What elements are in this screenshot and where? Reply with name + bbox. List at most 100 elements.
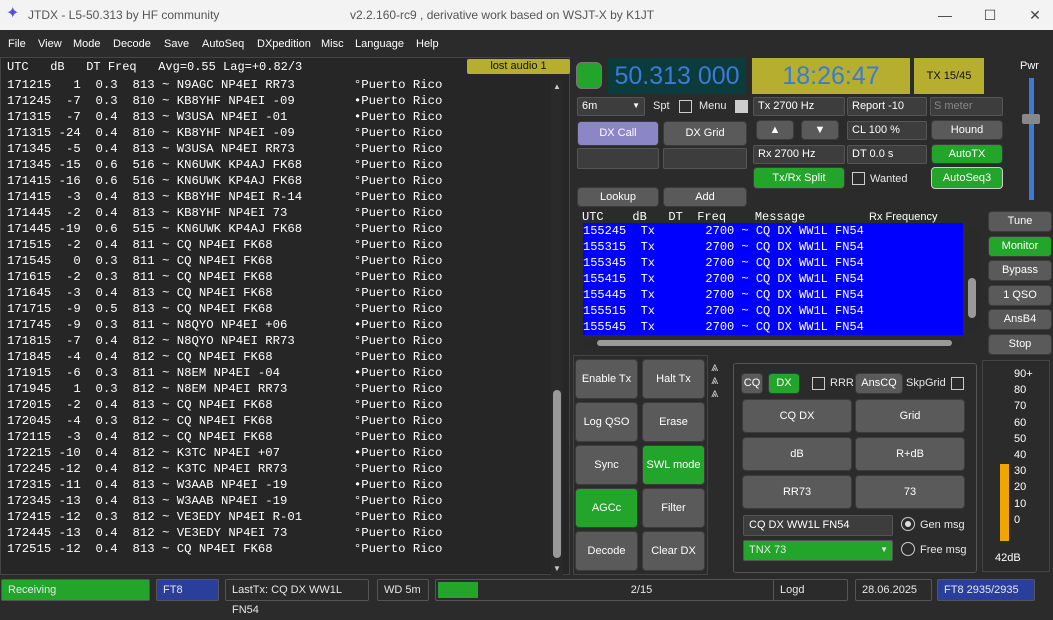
bypass-button[interactable]: Bypass (988, 260, 1052, 281)
tx-freq-down-button[interactable]: ▼ (801, 120, 839, 140)
tx-period-display[interactable]: TX 15/45 (914, 58, 984, 94)
band-activity-row[interactable]: 172515 -12 0.4 813 ~ CQ NP4EI FK68 °Puer… (7, 541, 442, 557)
band-activity-row[interactable]: 171345 -15 0.6 516 ~ KN6UWK KP4AJ FK68 °… (7, 157, 442, 173)
menu-file[interactable]: File (8, 38, 26, 50)
band-activity-row[interactable]: 172245 -12 0.4 812 ~ K3TC NP4EI RR73 °Pu… (7, 461, 442, 477)
dx-call-input[interactable] (577, 148, 659, 169)
band-activity-row[interactable]: 171645 -3 0.4 813 ~ CQ NP4EI FK68 °Puert… (7, 285, 442, 301)
cl-spinbox[interactable]: CL 100 % (847, 121, 927, 140)
tune-button[interactable]: Tune (988, 211, 1052, 232)
log-qso-button[interactable]: Log QSO (575, 402, 638, 442)
band-activity-row[interactable]: 171915 -6 0.3 811 ~ N8EM NP4EI -04 •Puer… (7, 365, 442, 381)
rx-frequency-row[interactable]: 155415 Tx 2700 ~ CQ DX WW1L FN54 (583, 271, 963, 287)
rx-frequency-row[interactable]: 155345 Tx 2700 ~ CQ DX WW1L FN54 (583, 255, 963, 271)
enable-tx-button[interactable]: Enable Tx (575, 359, 638, 399)
erase-button[interactable]: Erase (642, 402, 705, 442)
rx-hscroll-thumb[interactable] (597, 340, 952, 346)
decode-button[interactable]: Decode (575, 531, 638, 571)
band-activity-row[interactable]: 171815 -7 0.4 812 ~ N8QYO NP4EI RR73 °Pu… (7, 333, 442, 349)
sync-button[interactable]: Sync (575, 445, 638, 485)
gen-msg-radio[interactable] (901, 517, 915, 531)
monitor-button[interactable]: Monitor (988, 235, 1052, 257)
pwr-slider-track[interactable] (1029, 78, 1034, 200)
scroll-down-icon[interactable]: ▼ (553, 564, 561, 573)
menu-mode[interactable]: Mode (73, 38, 101, 50)
lookup-button[interactable]: Lookup (577, 187, 659, 207)
dx-grid-input[interactable] (663, 148, 747, 169)
rx-frequency-pane[interactable]: 155245 Tx 2700 ~ CQ DX WW1L FN54 155315 T… (578, 223, 978, 352)
rx-scroll-thumb[interactable] (968, 278, 976, 318)
tx-msg-rr73-button[interactable]: RR73 (742, 475, 852, 509)
band-activity-row[interactable]: 171745 -9 0.3 811 ~ N8QYO NP4EI +06 •Pue… (7, 317, 442, 333)
rx-frequency-row[interactable]: 155245 Tx 2700 ~ CQ DX WW1L FN54 (583, 223, 963, 239)
band-activity-row[interactable]: 171415 -16 0.6 516 ~ KN6UWK KP4AJ FK68 °… (7, 173, 442, 189)
rx-frequency-row[interactable]: 155515 Tx 2700 ~ CQ DX WW1L FN54 (583, 303, 963, 319)
rx-frequency-row[interactable]: 155315 Tx 2700 ~ CQ DX WW1L FN54 (583, 239, 963, 255)
band-select[interactable]: 6m ▼ (577, 97, 645, 116)
anscq-button[interactable]: AnsCQ (855, 373, 903, 394)
skpgrid-checkbox[interactable] (951, 377, 964, 390)
band-activity-row[interactable]: 172115 -3 0.4 812 ~ CQ NP4EI FK68 °Puert… (7, 429, 442, 445)
band-activity-row[interactable]: 171515 -2 0.4 811 ~ CQ NP4EI FK68 °Puert… (7, 237, 442, 253)
scroll-thumb[interactable] (553, 390, 561, 558)
menu-checkbox[interactable] (735, 100, 748, 113)
rx-freq-spinbox[interactable]: Rx 2700 Hz (753, 145, 845, 164)
gen-msg-input[interactable]: CQ DX WW1L FN54 (743, 515, 893, 536)
band-activity-row[interactable]: 171215 1 0.3 813 ~ N9AGC NP4EI RR73 °Pue… (7, 77, 442, 93)
dx-grid-button[interactable]: DX Grid (663, 121, 747, 146)
stop-button[interactable]: Stop (988, 333, 1052, 355)
menu-dxpedition[interactable]: DXpedition (257, 38, 311, 50)
tx-msg-db-button[interactable]: dB (742, 437, 852, 471)
rrr-checkbox[interactable] (812, 377, 825, 390)
band-activity-row[interactable]: 171245 -7 0.3 810 ~ KB8YHF NP4EI -09 •Pu… (7, 93, 442, 109)
free-msg-combo[interactable]: TNX 73 ▼ (743, 540, 893, 561)
menu-autoseq[interactable]: AutoSeq (202, 38, 244, 50)
close-icon[interactable]: ✕ (1020, 4, 1050, 26)
tx-msg-grid-button[interactable]: Grid (855, 399, 965, 433)
tx-freq-spinbox[interactable]: Tx 2700 Hz (753, 97, 845, 116)
autotx-button[interactable]: AutoTX (931, 144, 1003, 164)
menu-save[interactable]: Save (164, 38, 189, 50)
dx-call-button[interactable]: DX Call (577, 121, 659, 146)
tx-msg-cq-dx-button[interactable]: CQ DX (742, 399, 852, 433)
rx-frequency-row[interactable]: 155445 Tx 2700 ~ CQ DX WW1L FN54 (583, 287, 963, 303)
tx-msg-73-button[interactable]: 73 (855, 475, 965, 509)
band-activity-scrollbar[interactable]: ▲ ▼ (551, 80, 563, 575)
maximize-icon[interactable]: ☐ (975, 4, 1005, 26)
band-activity-row[interactable]: 172445 -13 0.4 812 ~ VE3EDY NP4EI 73 °Pu… (7, 525, 442, 541)
one-qso-button[interactable]: 1 QSO (988, 284, 1052, 306)
spt-checkbox[interactable] (679, 100, 692, 113)
band-activity-row[interactable]: 172345 -13 0.4 813 ~ W3AAB NP4EI -19 °Pu… (7, 493, 442, 509)
rx-frequency-row[interactable]: 155545 Tx 2700 ~ CQ DX WW1L FN54 (583, 319, 963, 335)
band-activity-row[interactable]: 172045 -4 0.3 812 ~ CQ NP4EI FK68 °Puert… (7, 413, 442, 429)
clear-dx-button[interactable]: Clear DX (642, 531, 705, 571)
filter-button[interactable]: Filter (642, 488, 705, 528)
dx-button[interactable]: DX (768, 373, 800, 394)
band-activity-row[interactable]: 171545 0 0.3 811 ~ CQ NP4EI FK68 °Puerto… (7, 253, 442, 269)
rx-hscrollbar[interactable] (583, 338, 963, 348)
ansb4-button[interactable]: AnsB4 (988, 309, 1052, 330)
menu-misc[interactable]: Misc (321, 38, 344, 50)
menu-view[interactable]: View (38, 38, 62, 50)
band-activity-row[interactable]: 171715 -9 0.5 813 ~ CQ NP4EI FK68 °Puert… (7, 301, 442, 317)
band-activity-row[interactable]: 171945 1 0.3 812 ~ N8EM NP4EI RR73 °Puer… (7, 381, 442, 397)
band-activity-row[interactable]: 172015 -2 0.4 813 ~ CQ NP4EI FK68 °Puert… (7, 397, 442, 413)
menu-help[interactable]: Help (416, 38, 439, 50)
rx-scrollbar[interactable] (966, 230, 978, 334)
hound-button[interactable]: Hound (931, 120, 1003, 140)
frequency-display[interactable]: 50.313 000 (608, 58, 746, 94)
band-activity-row[interactable]: 171315 -7 0.4 813 ~ W3USA NP4EI -01 •Pue… (7, 109, 442, 125)
swl-mode-button[interactable]: SWL mode (642, 445, 705, 485)
band-activity-row[interactable]: 171345 -5 0.4 813 ~ W3USA NP4EI RR73 °Pu… (7, 141, 442, 157)
tx-msg-r-db-button[interactable]: R+dB (855, 437, 965, 471)
txrx-split-button[interactable]: Tx/Rx Split (753, 167, 845, 189)
tx-freq-up-button[interactable]: ▲ (756, 120, 794, 140)
menu-language[interactable]: Language (355, 38, 404, 50)
pwr-slider-handle[interactable] (1022, 114, 1040, 124)
free-msg-radio[interactable] (901, 542, 915, 556)
band-activity-row[interactable]: 171445 -19 0.6 515 ~ KN6UWK KP4AJ FK68 °… (7, 221, 442, 237)
dt-spinbox[interactable]: DT 0.0 s (847, 145, 927, 164)
band-activity-pane[interactable]: UTC dB DT Freq Avg=0.55 Lag=+0.82/3 lost… (0, 57, 570, 575)
wanted-checkbox[interactable] (852, 172, 865, 185)
s-meter-field[interactable]: S meter (930, 97, 1003, 116)
